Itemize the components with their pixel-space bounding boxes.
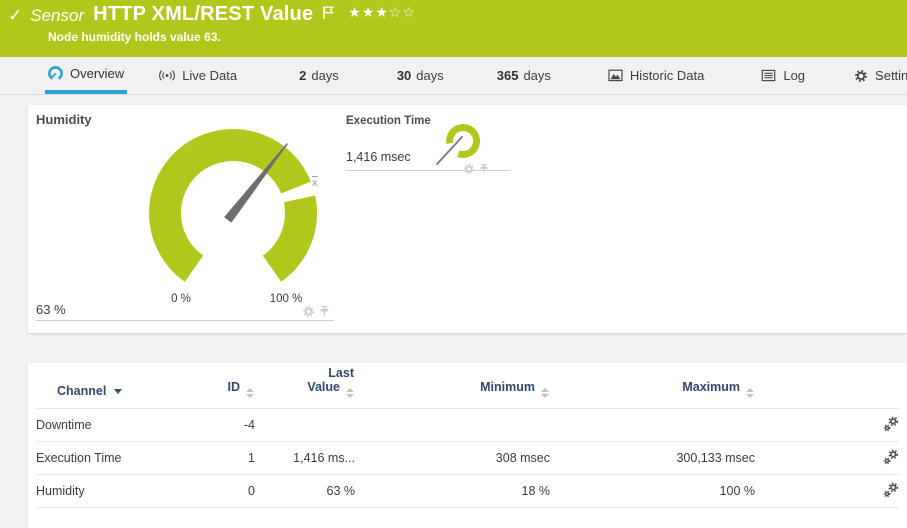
tab-label: Overview [70,66,124,81]
column-label: Minimum [480,380,535,394]
column-label: Last [256,366,354,380]
tab-365-days[interactable]: 365 days [494,57,554,94]
tab-label: Historic Data [630,68,704,83]
average-marker: x [312,177,318,189]
sort-icon [246,388,254,398]
column-label: Channel [57,384,106,398]
tab-label: days [416,68,443,83]
sort-icon [541,388,549,398]
execution-time-gauge-title: Execution Time [346,115,431,127]
channel-settings-icon[interactable] [883,421,899,435]
channel-settings-icon[interactable] [883,487,899,501]
tab-log[interactable]: Log [758,57,808,94]
sensor-status-message: Node humidity holds value 63. [48,30,221,44]
channel-settings-icon[interactable] [883,454,899,468]
table-row-execution-time: Execution Time 1 1,416 ms... 308 msec 30… [36,442,899,475]
channels-panel: Channel ID LastValue Minimum Maximum Dow… [28,363,907,528]
execution-time-widget-actions [463,162,490,180]
minimum-cell [355,409,550,442]
minimum-cell: 18 % [355,475,550,508]
column-header-maximum[interactable]: Maximum [550,363,755,409]
last-value-cell: 63 % [255,475,355,508]
column-label: ID [228,380,241,394]
channel-name-cell[interactable]: Downtime [36,409,216,442]
sensor-tab-bar: Overview Live Data 2 days 30 days 365 da… [0,57,907,95]
tab-30-days[interactable]: 30 days [394,57,447,94]
tab-number: 365 [497,68,519,83]
channels-table: Channel ID LastValue Minimum Maximum Dow… [36,363,899,508]
column-label: Value [307,380,340,394]
tab-number: 30 [397,68,411,83]
widget-divider [346,170,510,171]
status-ok-check-icon: ✓ [8,6,22,26]
tab-label: Settings [875,68,907,83]
gear-icon [854,69,868,83]
log-icon [761,69,776,82]
sensor-status-header: ✓ Sensor HTTP XML/REST Value ★★★☆☆ Node … [0,0,907,57]
column-header-last-value[interactable]: LastValue [255,363,355,409]
stars-empty: ☆☆ [389,4,416,20]
chevron-down-icon [114,389,122,394]
channel-name-cell[interactable]: Humidity [36,475,216,508]
widget-pin-icon[interactable] [478,162,490,180]
table-row-downtime: Downtime -4 [36,409,899,442]
humidity-gauge [133,113,333,313]
area-chart-icon [608,69,623,82]
priority-stars[interactable]: ★★★☆☆ [348,4,416,21]
overview-gauges-panel: Humidity x 0 % 100 % 63 % [28,105,907,333]
stars-filled: ★★★ [348,4,389,20]
column-header-settings [755,363,899,409]
flag-icon[interactable] [322,5,335,25]
table-header-row: Channel ID LastValue Minimum Maximum [36,363,899,409]
tab-label: Live Data [182,68,237,83]
humidity-current-value: 63 % [36,302,66,317]
maximum-cell [550,409,755,442]
sensor-type-label: Sensor [30,6,84,26]
maximum-cell: 100 % [550,475,755,508]
widget-settings-gear-icon[interactable] [463,162,475,180]
humidity-gauge-title: Humidity [36,112,92,127]
column-header-minimum[interactable]: Minimum [355,363,550,409]
maximum-cell: 300,133 msec [550,442,755,475]
tab-number: 2 [299,68,306,83]
column-label: Maximum [682,380,740,394]
sort-icon [346,388,354,398]
widget-divider [36,320,334,321]
gauge-scale-min-label: 0 % [161,293,201,305]
live-data-icon [159,69,175,82]
minimum-cell: 308 msec [355,442,550,475]
prtg-sensor-page: ✓ Sensor HTTP XML/REST Value ★★★☆☆ Node … [0,0,907,528]
gauge-icon [48,66,63,81]
gauge-scale-max-label: 100 % [261,293,311,305]
tab-label: days [311,68,338,83]
channel-name-cell[interactable]: Execution Time [36,442,216,475]
column-header-channel[interactable]: Channel [36,363,216,409]
column-header-id[interactable]: ID [216,363,255,409]
tab-settings[interactable]: Settings [851,57,907,94]
tab-overview[interactable]: Overview [45,57,127,94]
tab-label: days [523,68,550,83]
tab-historic-data[interactable]: Historic Data [605,57,707,94]
channel-id-cell: 1 [216,442,255,475]
sensor-name: HTTP XML/REST Value [93,3,313,26]
sensor-title-row: ✓ Sensor HTTP XML/REST Value ★★★☆☆ [8,3,416,26]
tab-live-data[interactable]: Live Data [156,57,240,94]
tab-2-days[interactable]: 2 days [296,57,342,94]
sort-icon [746,388,754,398]
channel-id-cell: 0 [216,475,255,508]
last-value-cell [255,409,355,442]
table-row-humidity: Humidity 0 63 % 18 % 100 % [36,475,899,508]
tab-label: Log [783,68,805,83]
execution-time-current-value: 1,416 msec [346,150,411,164]
last-value-cell: 1,416 ms... [255,442,355,475]
channel-id-cell: -4 [216,409,255,442]
